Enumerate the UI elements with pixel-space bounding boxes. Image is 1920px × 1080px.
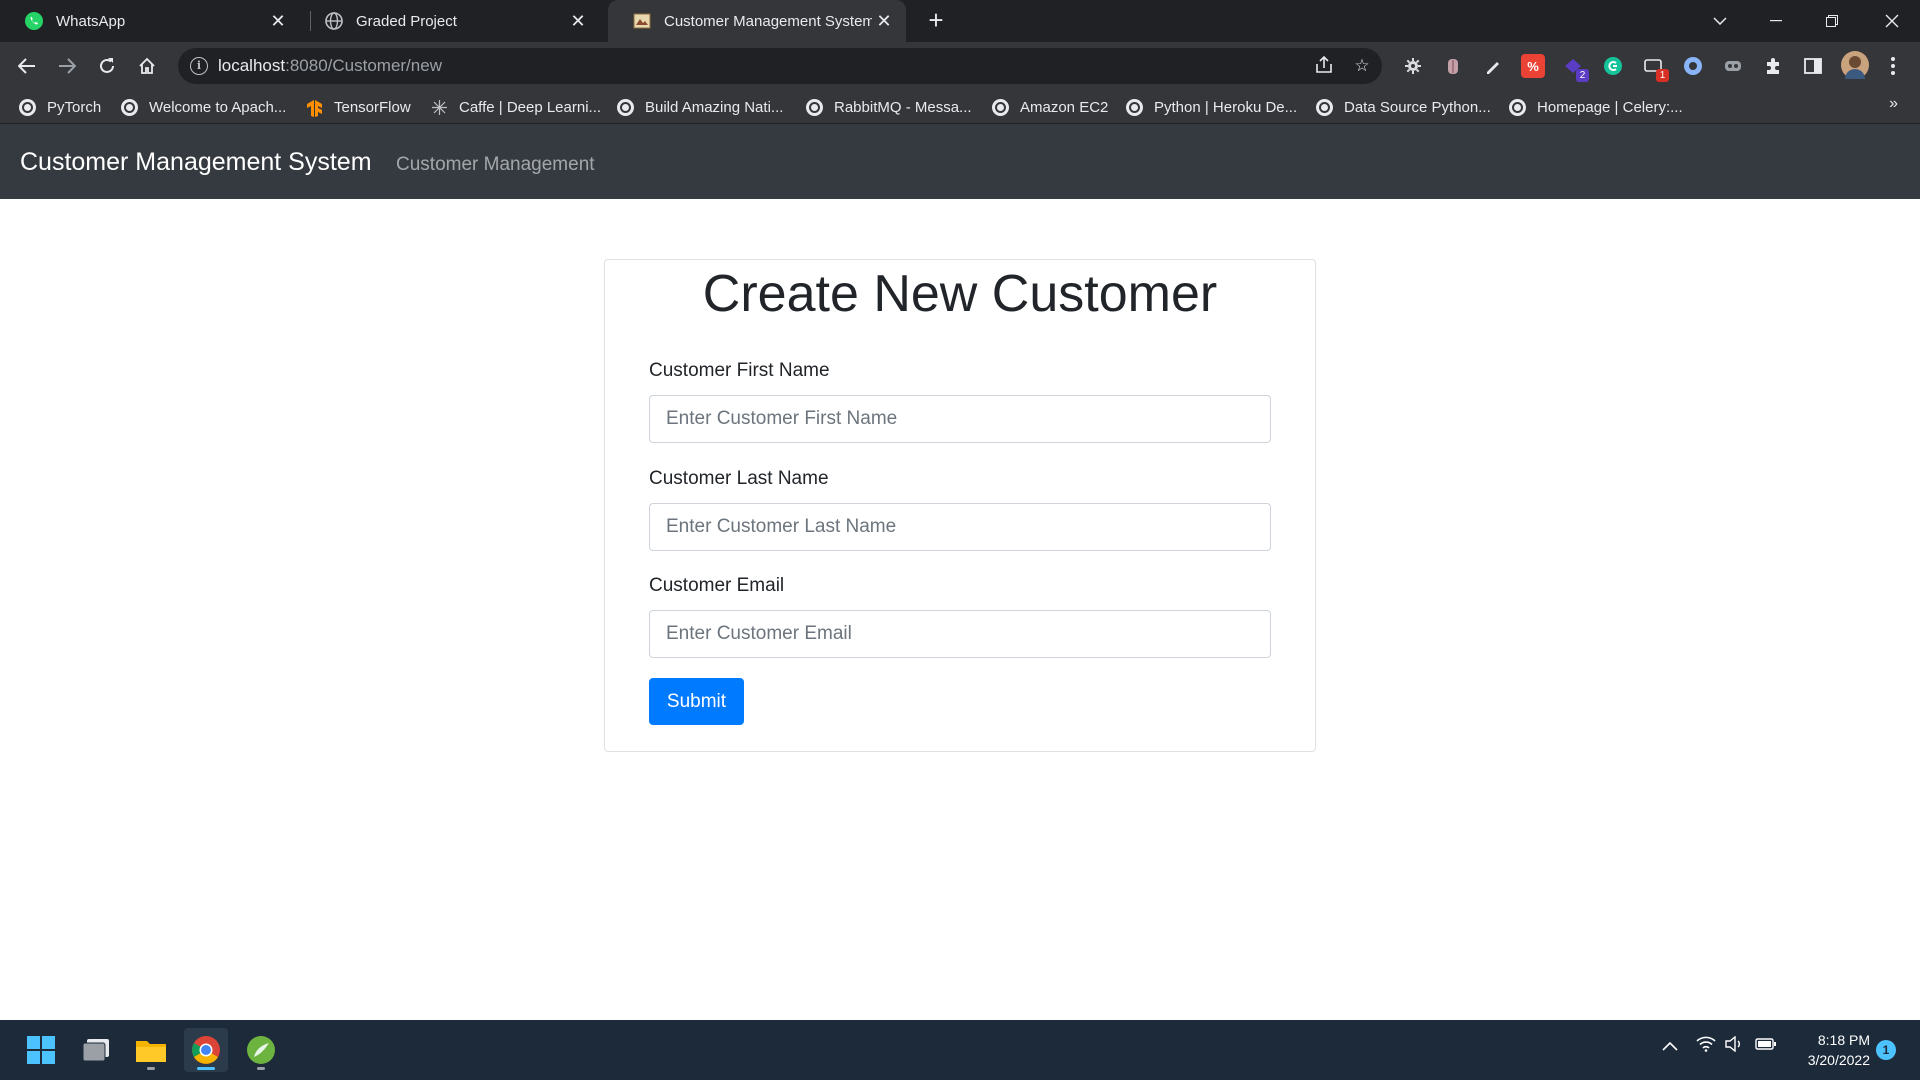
page-title: Create New Customer: [702, 265, 1218, 323]
show-hidden-icons-chevron-icon[interactable]: [1662, 1038, 1678, 1056]
globe-icon: [1509, 98, 1526, 116]
tab-title: Graded Project: [356, 12, 457, 30]
new-tab-button[interactable]: +: [922, 7, 950, 35]
extension-red-icon[interactable]: %: [1521, 54, 1545, 78]
spring-tool-suite-icon[interactable]: [239, 1028, 283, 1072]
browser-tab-bar: WhatsApp ✕ Graded Project ✕ Customer Man…: [0, 0, 1920, 42]
system-clock[interactable]: 8:18 PM 3/20/2022: [1790, 1030, 1870, 1070]
bookmark-item[interactable]: Welcome to Apach...: [121, 95, 286, 119]
create-customer-card: Create New Customer Customer First Name …: [604, 259, 1316, 752]
forward-icon[interactable]: [51, 50, 83, 82]
tab-title: WhatsApp: [56, 12, 126, 30]
last-name-input[interactable]: [649, 503, 1271, 551]
app-navbar: Customer Management System Customer Mana…: [0, 124, 1920, 199]
extension-mask-icon[interactable]: [1721, 54, 1745, 78]
close-window-icon[interactable]: [1864, 0, 1920, 42]
battery-icon[interactable]: [1755, 1037, 1777, 1056]
globe-icon: [19, 98, 36, 116]
running-indicator: [197, 1067, 215, 1070]
share-icon[interactable]: [1314, 55, 1334, 76]
app-brand-link[interactable]: Customer Management System: [20, 148, 372, 177]
globe-icon: [1316, 98, 1333, 116]
submit-button[interactable]: Submit: [649, 678, 744, 725]
address-bar[interactable]: i localhost:8080/Customer/new ☆: [178, 48, 1382, 84]
bookmark-item[interactable]: Homepage | Celery:...: [1509, 95, 1683, 119]
extension-bug-icon[interactable]: [1441, 54, 1465, 78]
close-tab-icon[interactable]: ✕: [566, 9, 590, 33]
reload-icon[interactable]: [91, 50, 123, 82]
bookmarks-bar: PyTorch Welcome to Apach... TensorFlow C…: [0, 90, 1920, 124]
running-indicator: [257, 1067, 265, 1070]
file-explorer-icon[interactable]: [129, 1028, 173, 1072]
tab-search-chevron-icon[interactable]: [1692, 0, 1748, 42]
site-info-icon[interactable]: i: [190, 57, 208, 75]
bookmark-item[interactable]: PyTorch: [19, 95, 101, 119]
running-indicator: [147, 1067, 155, 1070]
first-name-input[interactable]: [649, 395, 1271, 443]
grammarly-icon[interactable]: [1601, 54, 1625, 78]
browser-toolbar: i localhost:8080/Customer/new ☆ % 2 1: [0, 42, 1920, 90]
notification-badge[interactable]: 1: [1876, 1040, 1896, 1060]
bookmark-item[interactable]: Caffe | Deep Learni...: [431, 95, 601, 119]
extensions-puzzle-icon[interactable]: [1761, 54, 1785, 78]
extension-gear-icon[interactable]: [1401, 54, 1425, 78]
globe-icon: [1126, 98, 1143, 116]
bookmark-item[interactable]: RabbitMQ - Messa...: [806, 95, 972, 119]
close-tab-icon[interactable]: ✕: [266, 9, 290, 33]
extension-monitor-icon[interactable]: 1: [1641, 54, 1669, 82]
bookmark-item[interactable]: Amazon EC2: [992, 95, 1108, 119]
home-icon[interactable]: [131, 50, 163, 82]
start-windows-icon[interactable]: [19, 1028, 63, 1072]
extension-purple-icon[interactable]: 2: [1561, 54, 1589, 82]
extension-pen-icon[interactable]: [1481, 54, 1505, 78]
chrome-icon[interactable]: [184, 1028, 228, 1072]
globe-icon: [992, 98, 1009, 116]
clock-date: 3/20/2022: [1807, 1052, 1870, 1068]
last-name-label: Customer Last Name: [649, 468, 829, 489]
extension-badge: 1: [1656, 69, 1669, 82]
menu-kebab-icon[interactable]: [1881, 54, 1905, 78]
globe-icon: [121, 98, 138, 116]
tab-customer-management-system[interactable]: Customer Management System ✕: [608, 0, 906, 42]
bookmark-star-icon[interactable]: ☆: [1352, 56, 1372, 76]
email-label: Customer Email: [649, 575, 785, 596]
minimize-icon[interactable]: [1748, 0, 1804, 42]
tab-graded-project[interactable]: Graded Project ✕: [300, 0, 600, 42]
volume-icon[interactable]: [1725, 1035, 1745, 1057]
nav-link-customer-management[interactable]: Customer Management: [396, 154, 595, 176]
first-name-label: Customer First Name: [649, 360, 830, 381]
back-icon[interactable]: [11, 50, 43, 82]
page-favicon-icon: [632, 11, 652, 31]
clock-time: 8:18 PM: [1817, 1032, 1870, 1048]
globe-icon: [324, 11, 344, 31]
bookmarks-overflow-button[interactable]: »: [1889, 95, 1898, 113]
email-input[interactable]: [649, 610, 1271, 658]
side-panel-icon[interactable]: [1801, 54, 1825, 78]
bookmark-item[interactable]: Build Amazing Nati...: [617, 95, 783, 119]
url-text: localhost:8080/Customer/new: [218, 56, 442, 75]
task-view-icon[interactable]: [74, 1028, 118, 1072]
caffe-icon: [431, 99, 448, 116]
whatsapp-icon: [24, 11, 44, 31]
restore-icon[interactable]: [1804, 0, 1860, 42]
bookmark-item[interactable]: TensorFlow: [306, 95, 411, 119]
tensorflow-icon: [306, 99, 323, 117]
globe-icon: [806, 98, 823, 116]
profile-avatar[interactable]: [1841, 51, 1869, 79]
windows-taskbar: 8:18 PM 3/20/2022 1: [0, 1020, 1920, 1080]
close-tab-icon[interactable]: ✕: [872, 9, 896, 33]
extension-badge: 2: [1576, 69, 1589, 82]
extension-circle-icon[interactable]: [1681, 54, 1705, 78]
tab-title: Customer Management System: [664, 12, 872, 30]
globe-icon: [617, 98, 634, 116]
wifi-icon[interactable]: [1696, 1036, 1716, 1057]
bookmark-item[interactable]: Python | Heroku De...: [1126, 95, 1297, 119]
tab-whatsapp[interactable]: WhatsApp ✕: [0, 0, 300, 42]
bookmark-item[interactable]: Data Source Python...: [1316, 95, 1491, 119]
